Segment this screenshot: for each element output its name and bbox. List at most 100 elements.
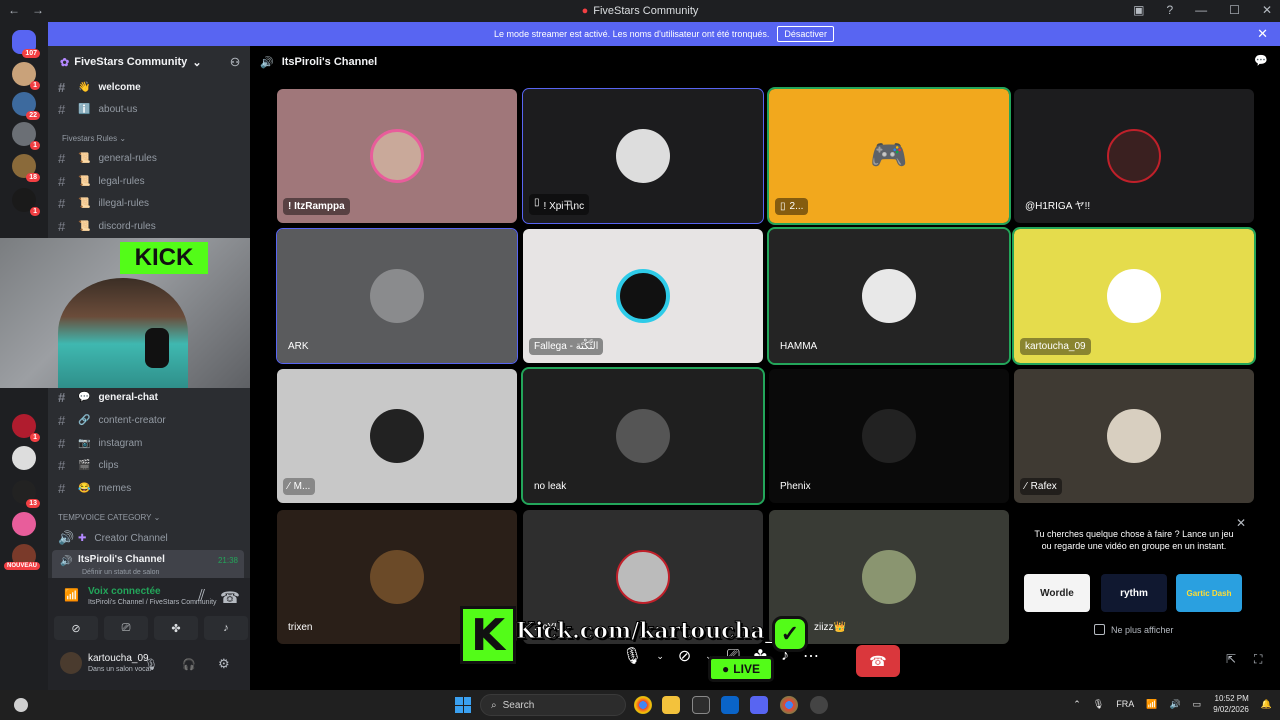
category-label: TEMPVOICE CATEGORY [58,513,152,522]
inbox-icon[interactable]: ▣ [1133,3,1144,17]
close-banner-icon[interactable]: ✕ [1257,26,1268,42]
participant-tile[interactable]: ⁄ Rafex [1014,369,1254,503]
help-icon[interactable]: ? [1166,3,1173,17]
channel-name: discord-rules [98,221,156,232]
activities-button[interactable]: ✤ [154,616,198,640]
noise-suppression-icon[interactable]: ⫽ [198,588,205,606]
channel-item-creator-channel[interactable]: 🔊 ✚ Creator Channel [58,530,168,546]
activity-wordle[interactable]: Wordle [1024,574,1090,612]
notification-badge: 107 [22,49,40,58]
participant-tile[interactable]: ⁄ M... [277,369,517,503]
server-icon[interactable] [12,512,36,536]
add-member-icon[interactable]: ⚇ [230,56,240,69]
dont-show-again[interactable]: Ne plus afficher [1094,624,1173,635]
outlook-icon[interactable] [721,696,739,714]
forward-arrow-icon[interactable]: → [32,3,44,17]
activity-rythm[interactable]: rythm [1101,574,1167,612]
discord-icon[interactable] [750,696,768,714]
participant-tile[interactable]: kartoucha_09 [1012,227,1256,365]
app-icon[interactable] [810,696,828,714]
participant-tile[interactable]: @H1RIGA ヤ!! [1014,89,1254,223]
participant-tile[interactable]: ARK [276,228,518,364]
taskbar-search[interactable]: ⌕ Search [480,694,626,716]
popout-icon[interactable]: ⇱ [1226,652,1236,666]
channel-item-illegal-rules[interactable]: # 📜 illegal-rules [58,196,149,211]
channel-emoji: 😂 [78,483,91,494]
server-icon[interactable]: 1 [12,414,40,442]
file-explorer-icon[interactable] [662,696,680,714]
participant-tile[interactable]: HAMMA [767,227,1011,365]
soundboard-button[interactable]: ♪ [204,616,248,640]
set-status-link[interactable]: Définir un statut de salon [82,569,159,576]
camera-off-button[interactable]: ⊘ [54,616,98,640]
screen-share-button[interactable]: ⎚ [104,616,148,640]
widgets-icon[interactable] [14,698,28,712]
hash-icon: # [58,219,66,234]
server-icon[interactable]: 1 [12,62,40,90]
chrome-icon[interactable] [634,696,652,714]
user-avatar[interactable] [60,652,82,674]
microphone-icon[interactable]: 🎙 [144,658,158,671]
channel-item-memes[interactable]: # 😂 memes [58,481,131,496]
channel-item-discord-rules[interactable]: # 📜 discord-rules [58,219,156,234]
participant-avatar [370,269,424,323]
activity-gartic-dash[interactable]: Gartic Dash [1176,574,1242,612]
wifi-icon[interactable]: 📶 [1146,699,1157,710]
channel-item-about-us[interactable]: # ℹ️ about-us [58,102,137,117]
language-indicator[interactable]: FRA [1116,699,1134,709]
notification-badge: 1 [30,433,40,442]
participant-tile[interactable]: no leak [521,367,765,505]
headphones-icon[interactable]: 🎧 [182,658,196,671]
live-label: LIVE [733,662,760,676]
channel-item-instagram[interactable]: # 📷 instagram [58,436,142,451]
participant-avatar [616,550,670,604]
participant-tile[interactable]: Phenix [769,369,1009,503]
notification-bell-icon[interactable]: 🔔 [1261,699,1272,710]
chat-icon[interactable]: 💬 [1254,54,1268,67]
disconnect-icon[interactable]: ☎ [220,588,240,608]
fullscreen-icon[interactable]: ⛶ [1254,652,1262,667]
channel-item-general-chat[interactable]: # 💬 general-chat [58,390,158,405]
volume-icon[interactable]: 🔊 [1169,699,1180,710]
clock[interactable]: 10:52 PM 9/02/2026 [1213,693,1249,715]
server-icon[interactable]: 1 [12,122,40,150]
participant-tile[interactable]: ▯! Xpi卂nc [522,88,764,224]
close-window-button[interactable]: ✕ [1262,3,1272,17]
category-rules[interactable]: Fivestars Rules ⌄ [62,134,126,143]
start-button[interactable] [455,697,471,713]
direct-messages-icon[interactable]: 107 [12,30,40,58]
server-header[interactable]: ✿ FiveStars Community ⌄ ⚇ [48,46,250,78]
chrome-icon[interactable] [780,696,798,714]
battery-icon[interactable]: ▭ [1193,699,1202,710]
channel-item-general-rules[interactable]: # 📜 general-rules [58,151,157,166]
participant-tile[interactable]: 🎮 ▯ 2... [767,87,1011,225]
server-icon[interactable] [12,446,36,470]
category-tempvoice[interactable]: TEMPVOICE CATEGORY ⌄ [58,513,160,522]
channel-item-welcome[interactable]: # 👋 welcome [58,80,141,95]
channel-item-content-creator[interactable]: # 🔗 content-creator [58,413,166,428]
microphone-icon[interactable]: 🎙 [1093,699,1104,710]
disconnect-call-button[interactable]: ☎ [856,645,900,677]
checkbox[interactable] [1094,624,1105,635]
channel-item-legal-rules[interactable]: # 📜 legal-rules [58,174,145,189]
disable-streamer-button[interactable]: Désactiver [777,26,834,42]
participant-tile[interactable]: Fallega - التَّكْتَة [523,229,763,363]
back-arrow-icon[interactable]: ← [8,3,20,17]
settings-icon[interactable]: ⚙ [218,656,230,672]
server-icon[interactable]: NOUVEAU [4,544,41,570]
participant-avatar [370,409,424,463]
channel-name: about-us [98,104,138,115]
server-icon[interactable]: 18 [12,154,40,182]
voice-action-buttons: ⊘ ⎚ ✤ ♪ [54,616,248,640]
store-icon[interactable] [692,696,710,714]
server-icon[interactable]: 22 [12,92,40,120]
server-icon[interactable]: 13 [12,480,40,508]
speaker-icon: 🔊 [60,556,73,567]
channel-item-clips[interactable]: # 🎬 clips [58,458,118,473]
chevron-up-icon[interactable]: ⌃ [1073,699,1081,710]
maximize-button[interactable]: ☐ [1229,3,1240,17]
server-icon[interactable]: 1 [12,188,40,216]
participant-tile[interactable]: ! ItzRamppa [277,89,517,223]
taskbar: ⌕ Search ⌃ 🎙 FRA 📶 🔊 ▭ 10:52 PM 9/02/202… [0,690,1280,720]
minimize-button[interactable]: — [1195,3,1207,17]
